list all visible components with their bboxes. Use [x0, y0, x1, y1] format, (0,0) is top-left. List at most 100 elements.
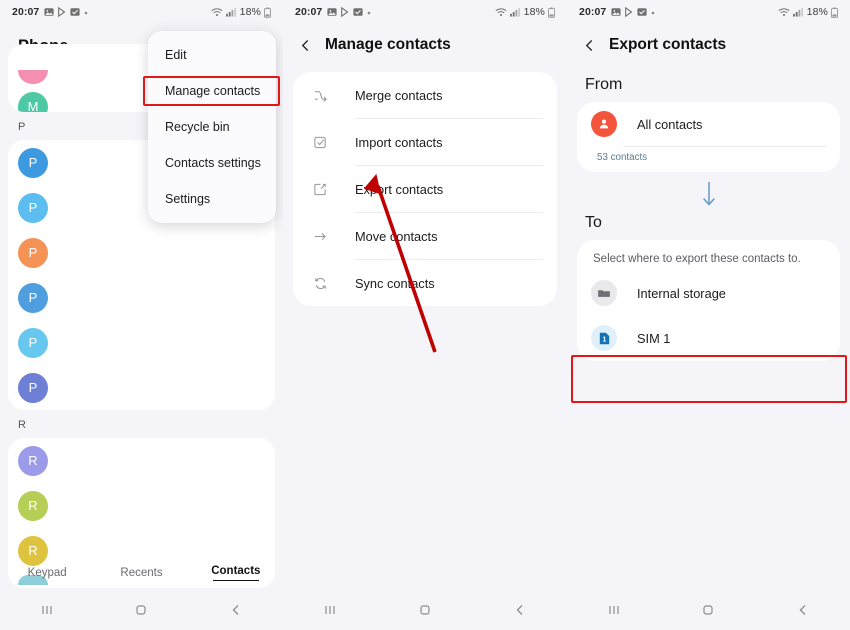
menu-item-contacts-settings[interactable]: Contacts settings	[148, 145, 276, 181]
menu-item-import-contacts[interactable]: Import contacts	[293, 119, 557, 165]
image-icon	[44, 7, 54, 17]
from-section-label: From	[585, 76, 623, 93]
import-icon	[309, 135, 331, 150]
status-bar: 20:07 18%	[567, 0, 850, 24]
section-header-r: R	[18, 419, 27, 431]
avatar: M	[18, 91, 48, 112]
destination-label: Internal storage	[637, 285, 726, 301]
back-icon[interactable]	[756, 602, 850, 618]
page-title: Manage contacts	[325, 36, 451, 53]
status-time: 20:07	[579, 6, 607, 18]
export-icon	[309, 182, 331, 197]
back-chevron-icon[interactable]	[583, 39, 596, 52]
panel-export-contacts: 20:07 18% Export contacts From All conta…	[567, 0, 850, 630]
menu-item-sync-contacts[interactable]: Sync contacts	[293, 260, 557, 306]
page-header: Manage contacts	[283, 24, 567, 66]
signal-icon	[509, 7, 521, 17]
battery-percent: 18%	[523, 6, 545, 18]
play-store-icon	[624, 7, 634, 17]
to-destination-card: Select where to export these contacts to…	[577, 240, 840, 361]
to-section-label: To	[585, 214, 602, 231]
highlight-box-sim-1	[571, 355, 847, 403]
list-item[interactable]: R	[8, 483, 275, 528]
back-icon[interactable]	[189, 602, 283, 618]
recents-icon[interactable]	[0, 602, 94, 618]
signal-icon	[792, 7, 804, 17]
dot-icon	[83, 7, 89, 17]
home-icon[interactable]	[378, 602, 473, 618]
menu-item-manage-contacts[interactable]: Manage contacts	[148, 73, 276, 109]
to-hint-text: Select where to export these contacts to…	[593, 253, 801, 265]
panel-phone-contacts: 20:07 18% Phone M P	[0, 0, 283, 630]
menu-item-edit[interactable]: Edit	[148, 37, 276, 73]
signal-icon	[225, 7, 237, 17]
destination-sim-1[interactable]: 1 SIM 1	[577, 315, 840, 361]
image-icon	[611, 7, 621, 17]
menu-item-export-contacts[interactable]: Export contacts	[293, 166, 557, 212]
destination-internal-storage[interactable]: Internal storage	[577, 271, 840, 315]
dot-icon	[650, 7, 656, 17]
menu-item-merge-contacts[interactable]: Merge contacts	[293, 72, 557, 118]
status-time: 20:07	[12, 6, 40, 18]
avatar: P	[18, 282, 48, 313]
source-label: All contacts	[637, 116, 703, 132]
dot-icon	[366, 7, 372, 17]
list-item[interactable]: P	[8, 275, 275, 320]
avatar: P	[18, 237, 48, 268]
avatar: P	[18, 372, 48, 403]
status-notification-icons	[327, 7, 372, 17]
back-icon[interactable]	[472, 602, 567, 618]
tab-recents[interactable]: Recents	[94, 567, 188, 579]
list-item[interactable]: P	[8, 365, 275, 410]
sim-card-icon: 1	[591, 325, 617, 351]
contacts-count: 53 contacts	[597, 152, 648, 163]
menu-item-recycle-bin[interactable]: Recycle bin	[148, 109, 276, 145]
menu-item-label: Import contacts	[355, 134, 443, 150]
from-source-card[interactable]: All contacts 53 contacts	[577, 102, 840, 172]
list-item[interactable]: P	[8, 320, 275, 365]
battery-percent: 18%	[239, 6, 261, 18]
recents-icon[interactable]	[283, 602, 378, 618]
menu-item-move-contacts[interactable]: Move contacts	[293, 213, 557, 259]
menu-item-label: Move contacts	[355, 228, 438, 244]
home-icon[interactable]	[94, 602, 188, 618]
manage-contacts-list: Merge contacts Import contacts Export co…	[293, 72, 557, 306]
status-right-icons: 18%	[778, 6, 838, 18]
checkbox-icon	[70, 7, 80, 17]
home-icon[interactable]	[661, 602, 755, 618]
play-store-icon	[57, 7, 67, 17]
status-right-icons: 18%	[495, 6, 555, 18]
recents-icon[interactable]	[567, 602, 661, 618]
avatar: P	[18, 192, 48, 223]
move-arrow-icon	[309, 229, 331, 244]
tab-keypad-label: Keypad	[27, 567, 67, 579]
svg-text:1: 1	[602, 336, 606, 343]
wifi-icon	[495, 7, 507, 17]
page-header: Export contacts	[567, 24, 850, 66]
bottom-tab-bar: Keypad Recents Contacts	[0, 556, 283, 590]
avatar: P	[18, 327, 48, 358]
sync-icon	[309, 276, 331, 291]
overflow-menu: Edit Manage contacts Recycle bin Contact…	[148, 31, 276, 223]
tab-keypad[interactable]: Keypad	[0, 567, 94, 579]
image-icon	[327, 7, 337, 17]
source-all-contacts[interactable]: All contacts	[577, 102, 840, 146]
panel-manage-contacts: 20:07 18% Manage contacts Merge contacts	[283, 0, 567, 630]
checkbox-icon	[637, 7, 647, 17]
destination-label: SIM 1	[637, 330, 671, 346]
status-right-icons: 18%	[211, 6, 271, 18]
tab-recents-label: Recents	[120, 567, 163, 579]
tab-contacts[interactable]: Contacts	[189, 565, 283, 582]
list-item[interactable]: R	[8, 438, 275, 483]
back-chevron-icon[interactable]	[299, 39, 312, 52]
status-bar: 20:07 18%	[283, 0, 567, 24]
menu-item-settings[interactable]: Settings	[148, 181, 276, 217]
menu-item-label: Sync contacts	[355, 275, 435, 291]
person-icon	[591, 111, 617, 137]
three-panel-screenshot: 20:07 18% Phone M P	[0, 0, 850, 630]
status-notification-icons	[44, 7, 89, 17]
list-item[interactable]: P	[8, 230, 275, 275]
system-navigation-bar	[283, 590, 567, 630]
avatar: R	[18, 490, 48, 521]
page-title: Export contacts	[609, 36, 727, 53]
